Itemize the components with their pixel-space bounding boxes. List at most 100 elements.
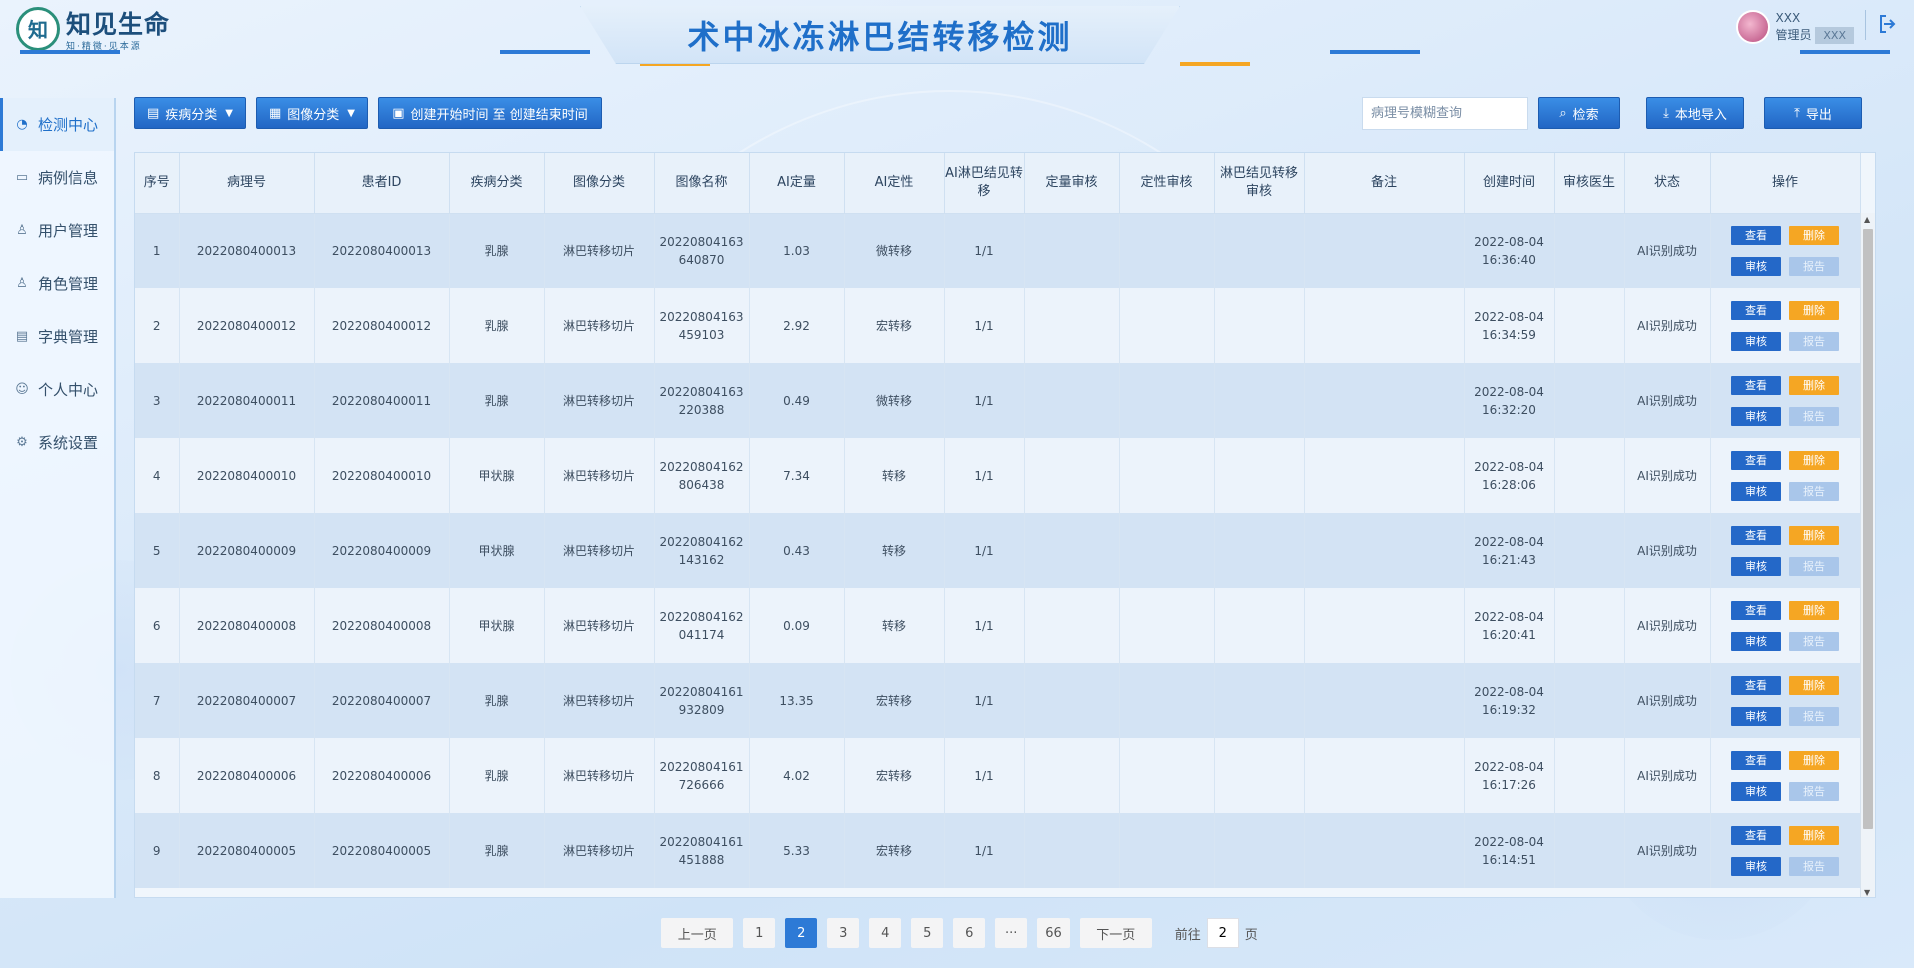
- audit-button[interactable]: 审核: [1731, 481, 1781, 501]
- sidebar-item[interactable]: ♙ 角色管理: [0, 257, 114, 310]
- sidebar-item-label: 检测中心: [38, 116, 99, 134]
- cell-line: 20220804161: [659, 759, 744, 774]
- scroll-down-icon[interactable]: ▼: [1864, 888, 1870, 897]
- report-button[interactable]: 报告: [1789, 556, 1839, 576]
- cell-no: 8: [135, 738, 180, 813]
- page-number-button[interactable]: 1: [743, 918, 776, 948]
- cell-quant-audit: [1024, 513, 1120, 588]
- logout-icon[interactable]: [1874, 12, 1902, 40]
- page-number-button[interactable]: 3: [827, 918, 860, 948]
- delete-button[interactable]: 删除: [1789, 525, 1839, 545]
- report-button[interactable]: 报告: [1789, 856, 1839, 876]
- page-number-button[interactable]: 2: [785, 918, 818, 948]
- goto-page-input[interactable]: [1206, 918, 1239, 948]
- delete-button[interactable]: 删除: [1789, 825, 1839, 845]
- page-number-button[interactable]: 5: [911, 918, 944, 948]
- delete-button[interactable]: 删除: [1789, 225, 1839, 245]
- delete-button[interactable]: 删除: [1789, 675, 1839, 695]
- cell-line: 2022-08-04: [1474, 534, 1544, 549]
- cell-ai-quant: 7.34: [749, 438, 845, 513]
- view-button[interactable]: 查看: [1731, 450, 1781, 470]
- cell-patient: 2022080400005: [314, 813, 450, 888]
- cell-patient: 2022080400010: [314, 438, 450, 513]
- report-button[interactable]: 报告: [1789, 406, 1839, 426]
- delete-button[interactable]: 删除: [1789, 750, 1839, 770]
- cell-created: 2022-08-04 16:32:20: [1464, 363, 1555, 438]
- audit-button[interactable]: 审核: [1731, 781, 1781, 801]
- cell-quant-audit: [1024, 213, 1120, 288]
- cell-ai-lymph: 1/1: [944, 363, 1025, 438]
- scrollbar-thumb[interactable]: [1863, 229, 1873, 829]
- sidebar-item[interactable]: ◔ 检测中心: [0, 98, 114, 151]
- sidebar-item[interactable]: ▤ 字典管理: [0, 310, 114, 363]
- audit-button[interactable]: 审核: [1731, 256, 1781, 276]
- report-button[interactable]: 报告: [1789, 256, 1839, 276]
- cell-patient: 2022080400012: [314, 288, 450, 363]
- cell-image-type: 淋巴转移切片: [544, 663, 655, 738]
- view-button[interactable]: 查看: [1731, 675, 1781, 695]
- view-button[interactable]: 查看: [1731, 825, 1781, 845]
- user-area[interactable]: XXX 管理员 XXX: [1735, 10, 1854, 44]
- delete-button[interactable]: 删除: [1789, 300, 1839, 320]
- delete-button[interactable]: 删除: [1789, 600, 1839, 620]
- scroll-up-icon[interactable]: ▲: [1864, 215, 1870, 224]
- report-button[interactable]: 报告: [1789, 331, 1839, 351]
- audit-button[interactable]: 审核: [1731, 706, 1781, 726]
- delete-button[interactable]: 删除: [1789, 450, 1839, 470]
- page-number-button[interactable]: 66: [1037, 918, 1070, 948]
- cell-patient: 2022080400006: [314, 738, 450, 813]
- view-button[interactable]: 查看: [1731, 225, 1781, 245]
- report-button[interactable]: 报告: [1789, 781, 1839, 801]
- cell-created: 2022-08-04 16:36:40: [1464, 213, 1555, 288]
- avatar[interactable]: [1735, 10, 1770, 44]
- local-import-button[interactable]: ⤓ 本地导入: [1646, 97, 1744, 129]
- view-button[interactable]: 查看: [1731, 600, 1781, 620]
- cell-image-name: 20220804161 726666: [654, 738, 750, 813]
- sidebar-item-label: 角色管理: [38, 275, 99, 293]
- report-button[interactable]: 报告: [1789, 631, 1839, 651]
- table-row: 2 2022080400012 2022080400012 乳腺 淋巴转移切片 20220…: [135, 288, 1861, 363]
- disease-filter-dropdown[interactable]: ▤ 疾病分类 ▼: [134, 97, 246, 129]
- report-button[interactable]: 报告: [1789, 481, 1839, 501]
- search-button[interactable]: ⌕ 检索: [1538, 97, 1620, 129]
- cell-note: [1304, 813, 1465, 888]
- sidebar-item[interactable]: ☺ 个人中心: [0, 363, 114, 416]
- sidebar: ◔ 检测中心 ▭ 病例信息 ♙ 用户管理 ♙ 角色管理 ▤ 字典管理 ☺ 个人中心 ⚙ 系统设置: [0, 98, 116, 898]
- audit-button[interactable]: 审核: [1731, 556, 1781, 576]
- table-row: 3 2022080400011 2022080400011 乳腺 淋巴转移切片 20220…: [135, 363, 1861, 438]
- page-number-button[interactable]: 6: [953, 918, 986, 948]
- view-button[interactable]: 查看: [1731, 525, 1781, 545]
- scrollbar[interactable]: ▲ ▼: [1860, 213, 1875, 897]
- image-filter-dropdown[interactable]: ▦ 图像分类 ▼: [256, 97, 368, 129]
- cell-note: [1304, 663, 1465, 738]
- next-page-button[interactable]: 下一页: [1079, 918, 1152, 948]
- cell-image-type: 淋巴转移切片: [544, 288, 655, 363]
- cell-image-name: 20220804163 640870: [654, 213, 750, 288]
- cell-patient: 2022080400011: [314, 363, 450, 438]
- page-number-button[interactable]: 4: [869, 918, 902, 948]
- date-range-picker[interactable]: ▣ 创建开始时间 至 创建结束时间: [378, 97, 602, 129]
- cell-ai-lymph: 1/1: [944, 588, 1025, 663]
- report-button[interactable]: 报告: [1789, 706, 1839, 726]
- view-button[interactable]: 查看: [1731, 375, 1781, 395]
- sidebar-item[interactable]: ⚙ 系统设置: [0, 416, 114, 469]
- cell-disease: 乳腺: [449, 813, 545, 888]
- cell-patient: 2022080400013: [314, 213, 450, 288]
- column-header: 审核医生: [1554, 153, 1625, 214]
- search-input[interactable]: [1362, 97, 1528, 130]
- audit-button[interactable]: 审核: [1731, 331, 1781, 351]
- more-pages-icon[interactable]: ···: [995, 918, 1028, 948]
- prev-page-button[interactable]: 上一页: [661, 918, 734, 948]
- export-button[interactable]: ⤒ 导出: [1764, 97, 1862, 129]
- delete-button[interactable]: 删除: [1789, 375, 1839, 395]
- cell-no: 1: [135, 213, 180, 288]
- sidebar-item[interactable]: ▭ 病例信息: [0, 151, 114, 204]
- audit-button[interactable]: 审核: [1731, 631, 1781, 651]
- view-button[interactable]: 查看: [1731, 300, 1781, 320]
- cell-image-name: 20220804161 932809: [654, 663, 750, 738]
- audit-button[interactable]: 审核: [1731, 406, 1781, 426]
- audit-button[interactable]: 审核: [1731, 856, 1781, 876]
- view-button[interactable]: 查看: [1731, 750, 1781, 770]
- cell-status: AI识别成功: [1624, 813, 1711, 888]
- sidebar-item[interactable]: ♙ 用户管理: [0, 204, 114, 257]
